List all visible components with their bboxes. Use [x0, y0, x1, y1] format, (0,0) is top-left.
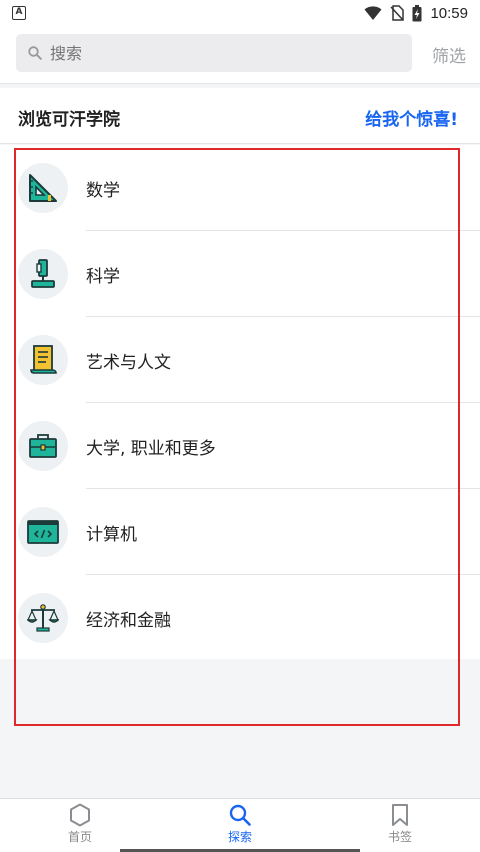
search-input[interactable] [50, 43, 350, 63]
category-item-math[interactable]: 数学 [0, 145, 480, 231]
balance-scale-icon [27, 604, 59, 632]
microscope-icon [31, 259, 55, 288]
triangle-ruler-icon [29, 174, 57, 202]
hexagon-home-icon [70, 803, 90, 827]
code-window-icon [27, 520, 59, 544]
battery-charging-icon [412, 4, 422, 21]
scroll-icon [30, 345, 57, 374]
nav-label: 首页 [67, 830, 92, 844]
category-item-arts-humanities[interactable]: 艺术与人文 [0, 317, 480, 403]
category-label: 科学 [86, 267, 120, 287]
home-indicator [0, 848, 480, 852]
briefcase-icon [29, 434, 57, 458]
search-bar: 筛选 [0, 26, 480, 84]
category-label: 艺术与人文 [86, 353, 171, 373]
category-item-economics-finance[interactable]: 经济和金融 [0, 575, 480, 661]
category-item-college-careers[interactable]: 大学, 职业和更多 [0, 403, 480, 489]
category-label: 大学, 职业和更多 [86, 439, 216, 459]
category-label: 计算机 [86, 525, 137, 545]
nav-item-bookmarks[interactable]: 书签 [320, 799, 480, 852]
surprise-me-link[interactable]: 给我个惊喜! [365, 105, 458, 130]
search-box[interactable] [16, 34, 412, 72]
app-notification-icon: A [12, 6, 26, 20]
category-label: 数学 [86, 181, 120, 201]
category-list: 数学 科学 艺术与人文 大学, 职业和更多 计算机 经济和金融 [0, 145, 480, 659]
bookmark-icon [392, 804, 408, 826]
search-icon [28, 46, 42, 60]
nav-item-home[interactable]: 首页 [0, 799, 160, 852]
status-time: 10:59 [430, 4, 468, 22]
nav-item-explore[interactable]: 探索 [160, 799, 320, 852]
nav-label: 书签 [387, 830, 412, 844]
filter-button[interactable]: 筛选 [432, 42, 466, 67]
category-label: 经济和金融 [86, 611, 171, 631]
bottom-nav: 首页 探索 书签 [0, 798, 480, 852]
no-sim-icon [390, 5, 405, 21]
category-item-computing[interactable]: 计算机 [0, 489, 480, 575]
category-item-science[interactable]: 科学 [0, 231, 480, 317]
wifi-icon [364, 6, 382, 20]
section-title: 浏览可汗学院 [18, 110, 120, 130]
search-icon [229, 804, 251, 826]
status-bar: A 10:59 [0, 0, 480, 26]
nav-label: 探索 [227, 830, 252, 844]
browse-header: 浏览可汗学院 给我个惊喜! [0, 88, 480, 144]
